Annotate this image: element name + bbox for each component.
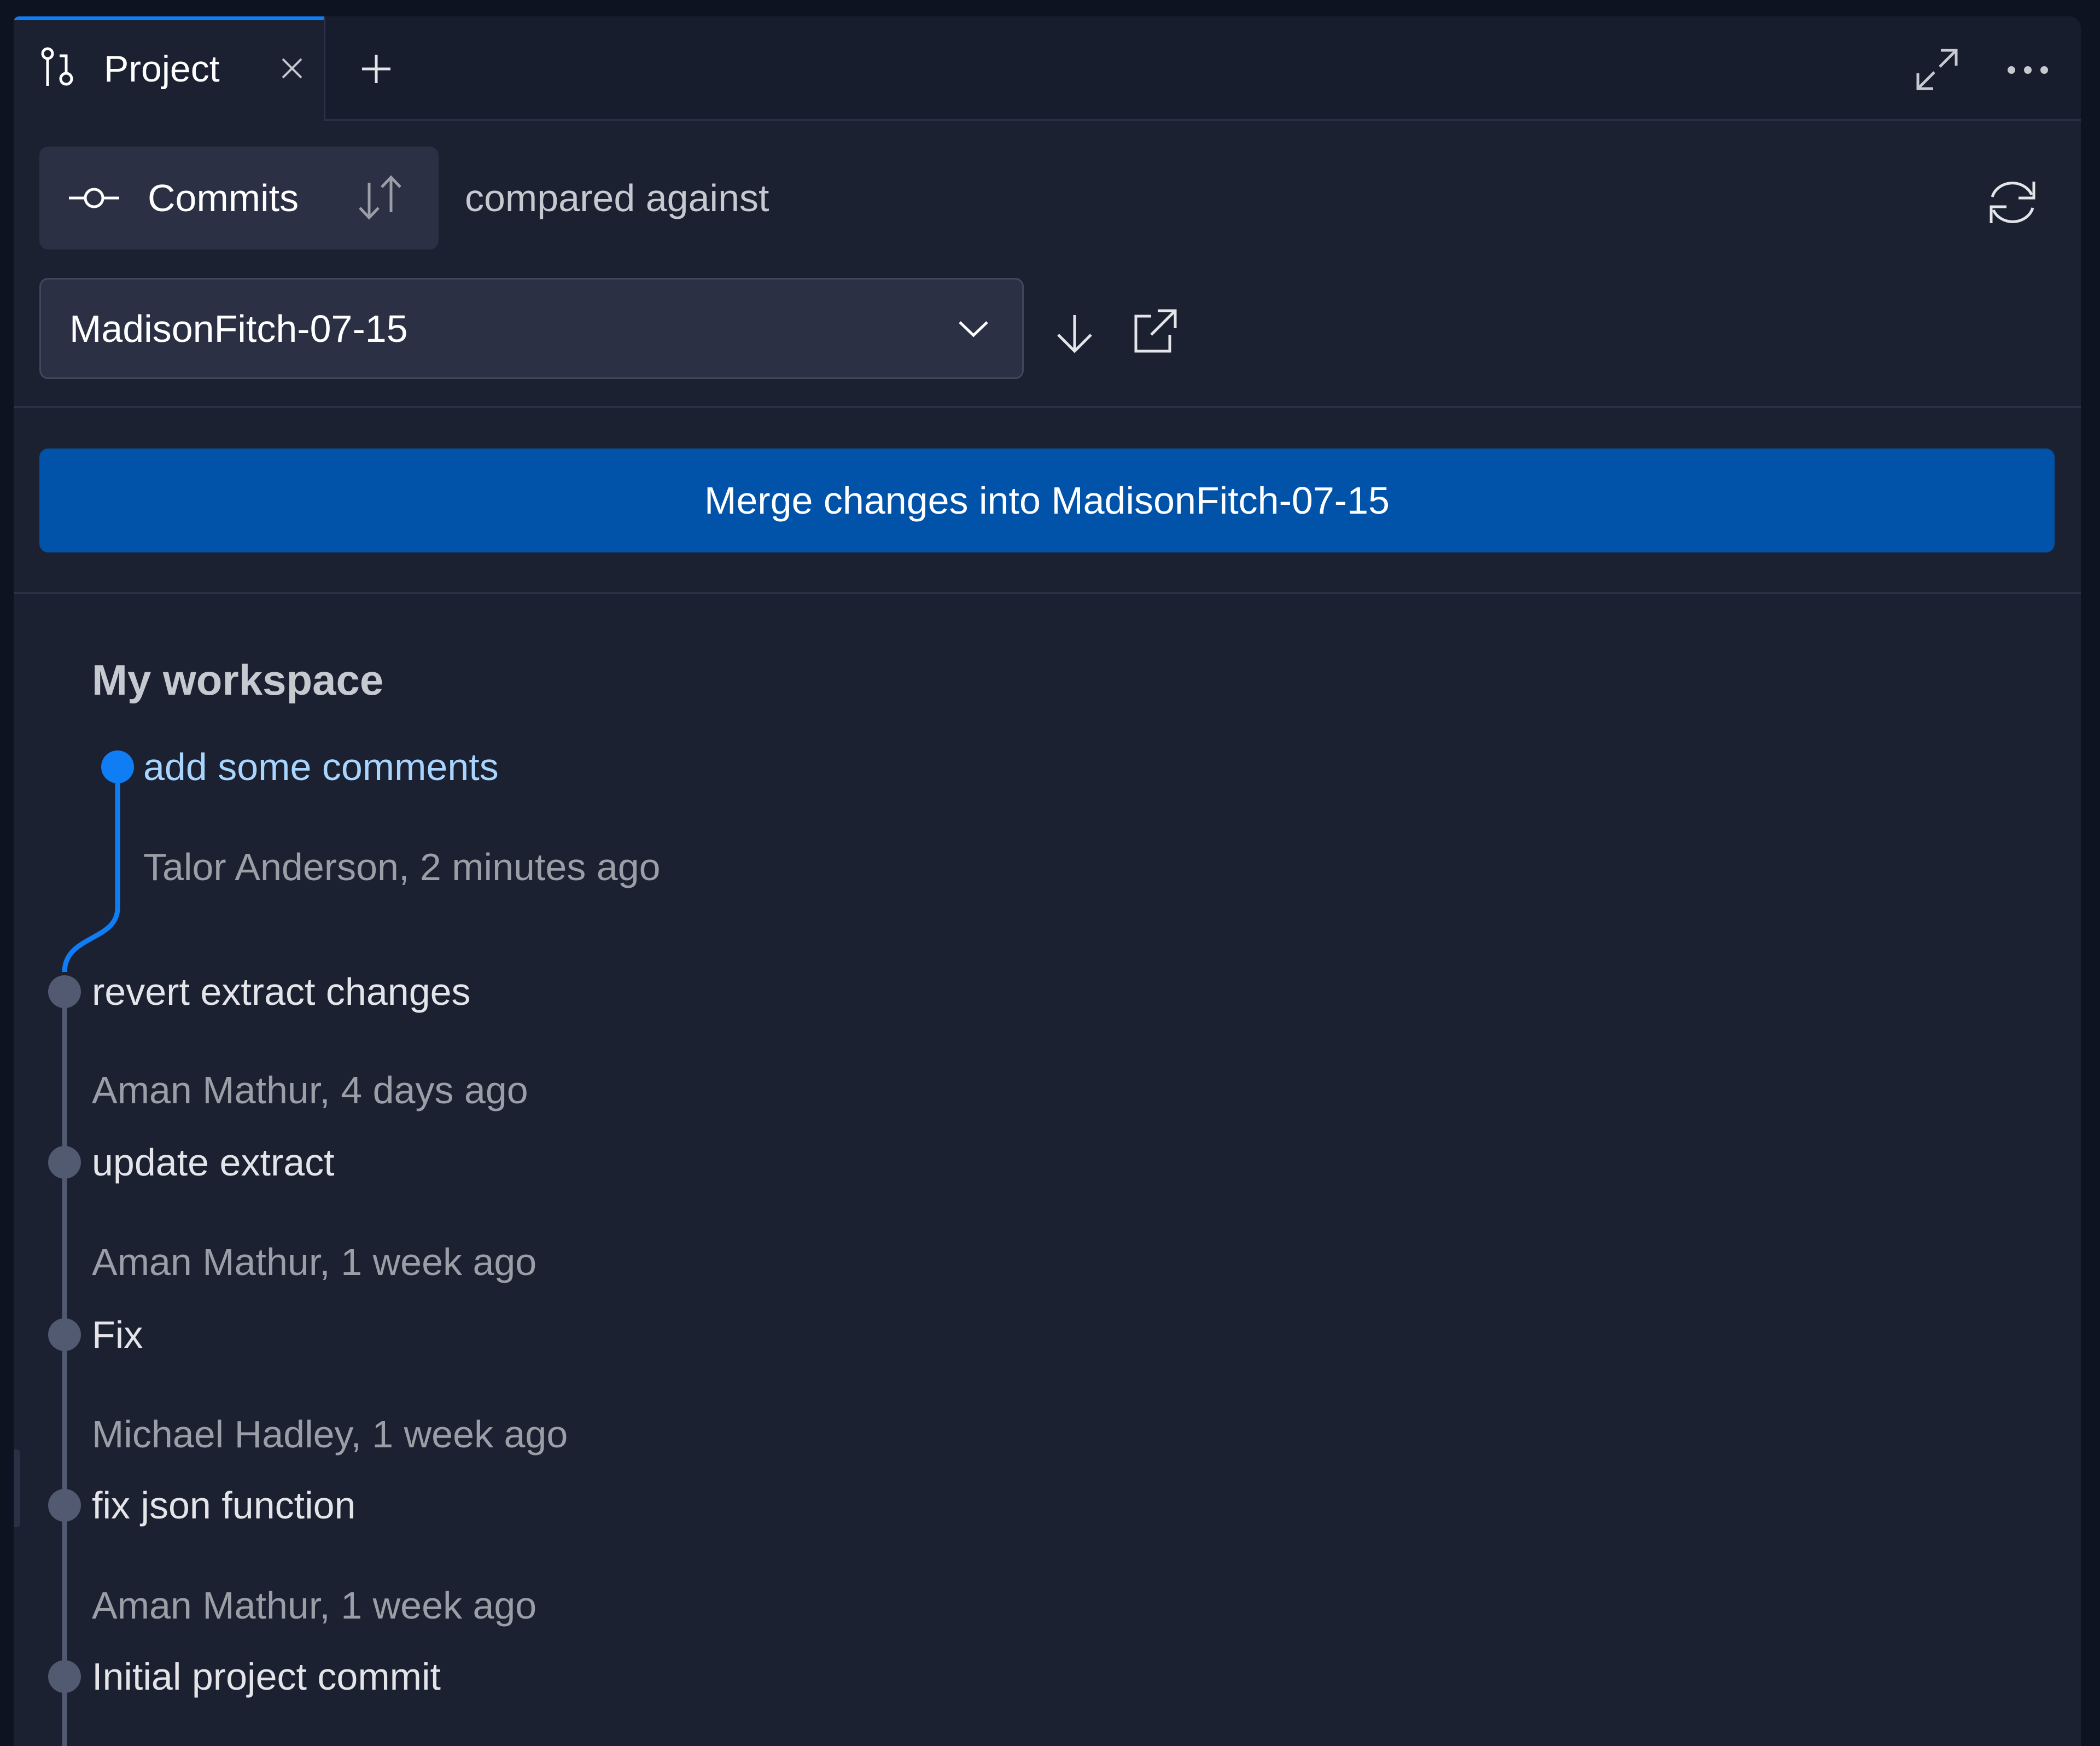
- add-tab-button[interactable]: [360, 53, 393, 85]
- tab-bar: Project: [14, 16, 2081, 121]
- commit-node: [48, 1146, 81, 1179]
- active-tab-indicator: [14, 16, 324, 20]
- compared-against-label: compared against: [465, 177, 769, 219]
- view-mode-label: Commits: [148, 177, 299, 219]
- refresh-icon: [1990, 182, 2035, 223]
- git-branch-icon: [37, 45, 80, 89]
- commit-title[interactable]: revert extract changes: [92, 969, 471, 1015]
- commit-title[interactable]: fix json function: [92, 1482, 355, 1528]
- pull-button[interactable]: [1053, 312, 1096, 356]
- chevron-down-icon: [955, 312, 991, 345]
- workspace-title: My workspace: [92, 656, 384, 704]
- plus-icon: [362, 55, 390, 83]
- maximize-icon: [1916, 49, 1958, 90]
- download-arrow-icon: [1057, 315, 1092, 353]
- commit-node: [48, 1489, 81, 1522]
- external-link-icon: [1134, 309, 1177, 353]
- commit-meta: Michael Hadley, 1 week ago: [92, 1413, 568, 1456]
- commit-node: [48, 1318, 81, 1351]
- divider: [14, 592, 2081, 594]
- sort-arrows-icon: [355, 175, 405, 221]
- maximize-button[interactable]: [1912, 45, 1962, 94]
- commit-meta: Aman Mathur, 4 days ago: [92, 1069, 528, 1111]
- commit-title[interactable]: add some comments: [143, 744, 499, 790]
- close-tab-button[interactable]: [277, 54, 307, 83]
- commit-node: [48, 975, 81, 1008]
- commit-meta: Aman Mathur, 1 week ago: [92, 1241, 537, 1283]
- source-control-panel: Project Commits compared against Madison…: [14, 16, 2081, 1746]
- commit-node: [48, 1660, 81, 1693]
- more-options-button[interactable]: [2004, 59, 2051, 81]
- commit-meta: Aman Mathur, 1 week ago: [92, 1584, 537, 1627]
- commit-icon: [68, 183, 120, 213]
- branch-line: [62, 767, 120, 973]
- tab-label: Project: [104, 48, 220, 90]
- open-external-button[interactable]: [1129, 306, 1179, 356]
- commit-meta: Talor Anderson, 2 minutes ago: [143, 846, 661, 888]
- ellipsis-icon: [2008, 66, 2048, 74]
- commit-title[interactable]: Initial project commit: [92, 1654, 441, 1700]
- commit-title[interactable]: update extract: [92, 1139, 335, 1185]
- close-icon: [282, 58, 302, 79]
- panel-resize-handle[interactable]: [14, 1450, 20, 1527]
- commit-node: [101, 750, 134, 783]
- commit-title[interactable]: Fix: [92, 1312, 143, 1358]
- refresh-button[interactable]: [1982, 175, 2043, 230]
- view-mode-button[interactable]: Commits: [39, 147, 439, 249]
- tab-project[interactable]: Project: [14, 16, 325, 121]
- divider: [14, 406, 2081, 408]
- merge-changes-button[interactable]: Merge changes into MadisonFitch-07-15: [39, 449, 2055, 552]
- branch-dropdown-value: MadisonFitch-07-15: [69, 307, 408, 350]
- branch-dropdown[interactable]: MadisonFitch-07-15: [39, 278, 1024, 379]
